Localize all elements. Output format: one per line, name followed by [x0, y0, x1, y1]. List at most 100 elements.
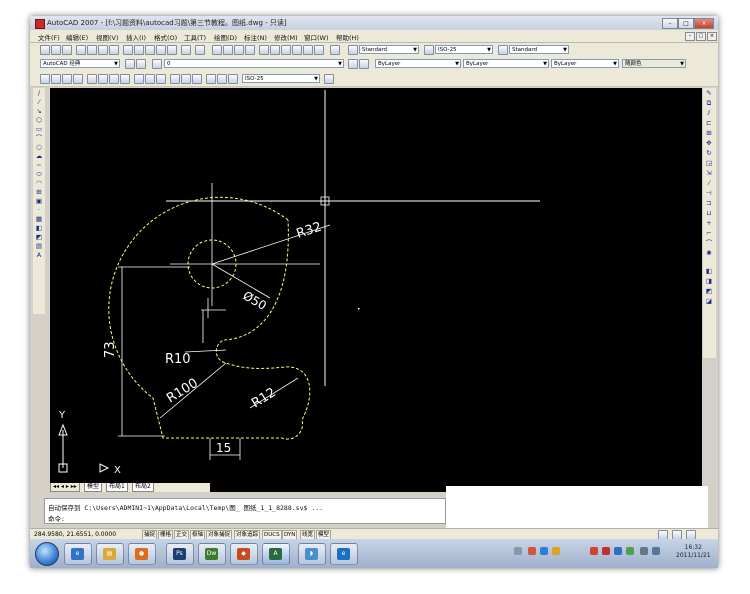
- tray-volume-icon[interactable]: [652, 547, 660, 555]
- baseline-dim-icon[interactable]: [145, 74, 155, 84]
- taskbar-photoshop[interactable]: Ps: [166, 543, 194, 565]
- explode-icon[interactable]: ✺: [705, 250, 713, 257]
- dim-style-select[interactable]: ISO-25 ▼: [435, 45, 493, 54]
- new-file-icon[interactable]: [40, 45, 50, 55]
- block-editor-icon[interactable]: [167, 45, 177, 55]
- scale-icon[interactable]: ◲: [705, 160, 713, 167]
- menu-view[interactable]: 视图(V): [96, 32, 119, 42]
- chamfer-icon[interactable]: ⌐: [705, 230, 713, 237]
- tab-layout1[interactable]: 布局1: [106, 483, 128, 492]
- hatch-icon[interactable]: ▦: [35, 216, 43, 223]
- menu-window[interactable]: 窗口(W): [304, 32, 329, 42]
- revision-cloud-icon[interactable]: ☁: [35, 153, 43, 160]
- zoom-previous-icon[interactable]: [245, 45, 255, 55]
- match-properties-icon[interactable]: [156, 45, 166, 55]
- break-at-point-icon[interactable]: ⊐: [705, 200, 713, 207]
- menu-file[interactable]: 文件(F): [38, 32, 60, 42]
- ellipse-arc-icon[interactable]: ◠: [35, 180, 43, 187]
- layer-previous-icon[interactable]: [359, 59, 369, 69]
- stretch-icon[interactable]: ⇲: [705, 170, 713, 177]
- taskbar-media[interactable]: ◗: [298, 543, 326, 565]
- menu-dimension[interactable]: 标注(N): [244, 32, 267, 42]
- layer-select[interactable]: 0 ▼: [164, 59, 344, 68]
- insert-block-icon[interactable]: ⊞: [35, 189, 43, 196]
- my-workspace-icon[interactable]: [136, 59, 146, 69]
- draw-order-icon[interactable]: ◧: [705, 268, 713, 275]
- taskbar-firefox[interactable]: ●: [128, 543, 156, 565]
- design-center-icon[interactable]: [270, 45, 280, 55]
- tray-qq-icon[interactable]: [540, 547, 548, 555]
- plot-icon[interactable]: [76, 45, 86, 55]
- tray-flag-icon[interactable]: [640, 547, 648, 555]
- tab-nav-arrows[interactable]: ◂◂ ◂ ▸ ▸▸: [50, 483, 80, 492]
- arc-icon[interactable]: ⌒: [35, 135, 43, 142]
- ordinate-dim-icon[interactable]: [73, 74, 83, 84]
- linear-dim-icon[interactable]: [40, 74, 50, 84]
- quick-leader-icon[interactable]: [170, 74, 180, 84]
- array-icon[interactable]: ⊞: [705, 130, 713, 137]
- pan-icon[interactable]: [212, 45, 222, 55]
- save-icon[interactable]: [62, 45, 72, 55]
- tray-app-icon[interactable]: [552, 547, 560, 555]
- color-select[interactable]: ByLayer ▼: [375, 59, 461, 68]
- plot-preview-icon[interactable]: [87, 45, 97, 55]
- angular-dim-icon[interactable]: [120, 74, 130, 84]
- text-style-select[interactable]: Standard ▼: [359, 45, 419, 54]
- table-icon[interactable]: ▤: [35, 243, 43, 250]
- workspace-select[interactable]: AutoCAD 经典 ▼: [40, 59, 120, 68]
- make-block-icon[interactable]: ▣: [35, 198, 43, 205]
- workspace-settings-icon[interactable]: [125, 59, 135, 69]
- part-outline[interactable]: [108, 196, 311, 440]
- help-icon[interactable]: [330, 45, 340, 55]
- fillet-icon[interactable]: ⌒: [705, 240, 713, 247]
- dim-style-manager-icon[interactable]: [324, 74, 334, 84]
- maximize-button[interactable]: □: [678, 18, 694, 29]
- trim-icon[interactable]: ⁄: [705, 180, 713, 187]
- tool-palettes-icon[interactable]: [281, 45, 291, 55]
- command-window[interactable]: 自动保存到 C:\Users\ADMINI~1\AppData\Local\Te…: [44, 498, 446, 524]
- offset-icon[interactable]: ⊏: [705, 120, 713, 127]
- menu-edit[interactable]: 编辑(E): [66, 32, 88, 42]
- drawing-canvas[interactable]: R32 Ø50 R10 R100 R12 73 15 Y X: [50, 88, 702, 492]
- publish-icon[interactable]: [98, 45, 108, 55]
- menu-insert[interactable]: 插入(I): [126, 32, 146, 42]
- taskbar-dreamweaver[interactable]: Dw: [198, 543, 226, 565]
- doc-close-button[interactable]: ×: [707, 32, 717, 41]
- sheet-set-icon[interactable]: [292, 45, 302, 55]
- command-prompt[interactable]: 命令:: [48, 513, 65, 523]
- close-button[interactable]: ×: [694, 18, 714, 29]
- dim-update-icon[interactable]: [228, 74, 238, 84]
- start-button[interactable]: [35, 542, 59, 566]
- break-icon[interactable]: ⊔: [705, 210, 713, 217]
- doc-restore-button[interactable]: □: [696, 32, 706, 41]
- tab-model[interactable]: 模型: [84, 483, 103, 492]
- dim-edit-icon[interactable]: [206, 74, 216, 84]
- taskbar-ie2[interactable]: e: [330, 543, 358, 565]
- autocad-app-icon[interactable]: [35, 19, 45, 29]
- copy-icon[interactable]: [134, 45, 144, 55]
- 3d-dwf-icon[interactable]: [109, 45, 119, 55]
- rectangle-icon[interactable]: ▭: [35, 126, 43, 133]
- doc-minimize-button[interactable]: –: [685, 32, 695, 41]
- lineweight-select[interactable]: ByLayer ▼: [551, 59, 619, 68]
- make-current-layer-icon[interactable]: [348, 59, 358, 69]
- mirror-icon[interactable]: ⫽: [705, 110, 713, 117]
- taskbar-autocad[interactable]: A: [262, 543, 290, 565]
- bring-above-icon[interactable]: ◪: [705, 298, 713, 305]
- multiline-text-icon[interactable]: A: [35, 252, 43, 259]
- arc-length-icon[interactable]: [62, 74, 72, 84]
- extend-icon[interactable]: ⊣: [705, 190, 713, 197]
- jogged-dim-icon[interactable]: [98, 74, 108, 84]
- aligned-dim-icon[interactable]: [51, 74, 61, 84]
- taskbar-clock[interactable]: 16:32 2011/11/21: [676, 544, 711, 560]
- region-icon[interactable]: ◩: [35, 234, 43, 241]
- taskbar-explorer[interactable]: ▤: [96, 543, 124, 565]
- tray-security-icon[interactable]: [528, 547, 536, 555]
- menu-modify[interactable]: 修改(M): [274, 32, 298, 42]
- menu-tools[interactable]: 工具(T): [184, 32, 206, 42]
- copy-object-icon[interactable]: ⧉: [705, 100, 713, 107]
- quick-dim-icon[interactable]: [134, 74, 144, 84]
- point-icon[interactable]: ·: [35, 207, 43, 214]
- minimize-button[interactable]: –: [662, 18, 678, 29]
- redo-icon[interactable]: [195, 45, 205, 55]
